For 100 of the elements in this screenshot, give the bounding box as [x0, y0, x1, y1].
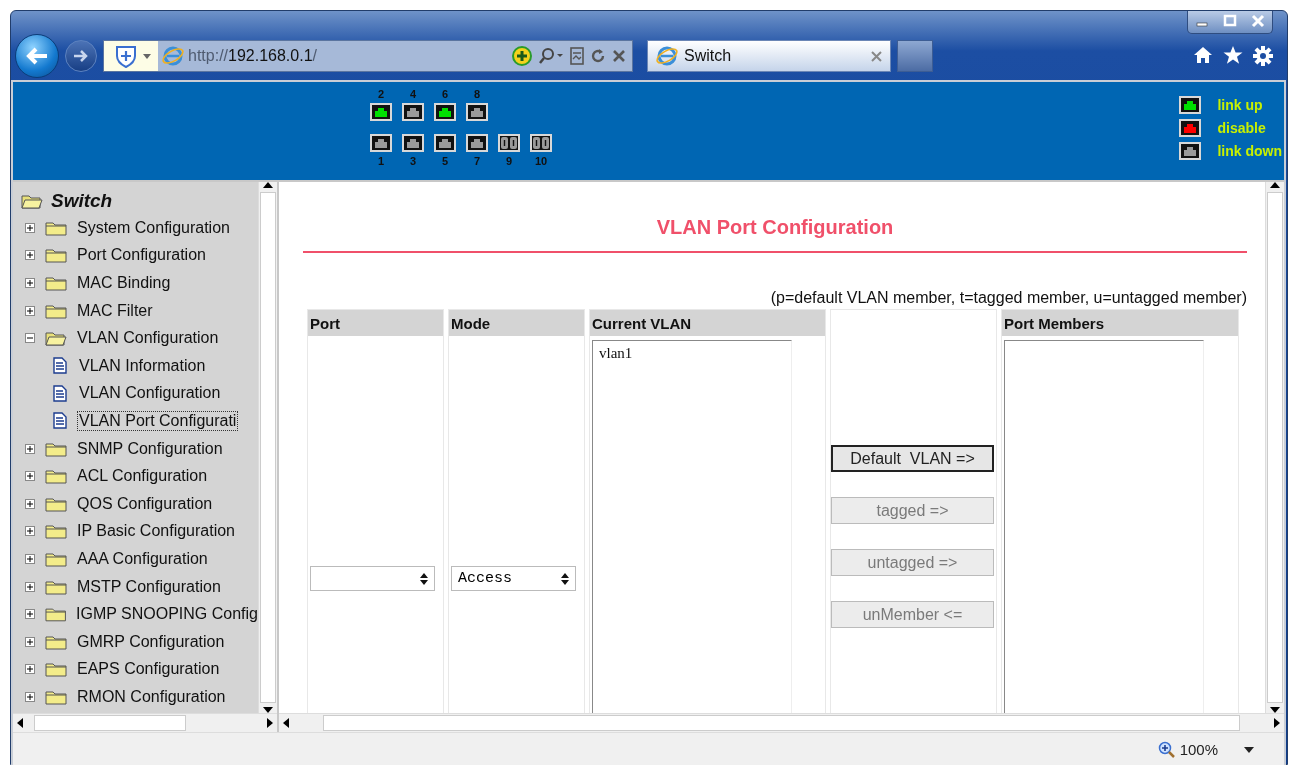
- folder-icon: [45, 550, 67, 567]
- action-button[interactable]: Default VLAN =>: [831, 445, 994, 472]
- column-header: Mode: [449, 310, 584, 336]
- expand-icon[interactable]: [25, 305, 35, 316]
- legend-label: disable: [1217, 120, 1266, 136]
- folder-icon: [45, 578, 67, 595]
- folder-icon: [45, 275, 67, 291]
- legend-note: (p=default VLAN member, t=tagged member, u=untagged member): [769, 289, 1247, 307]
- folder-icon: [45, 219, 67, 236]
- port-number: 9: [505, 155, 513, 167]
- browser-logo-icon: [162, 45, 184, 67]
- tree-item[interactable]: MAC Filter: [77, 301, 153, 320]
- expand-icon[interactable]: [25, 222, 35, 233]
- scroll-right-icon[interactable]: [266, 718, 273, 728]
- tree-item[interactable]: RMON Configuration: [77, 687, 226, 706]
- tree-item[interactable]: VLAN Information: [77, 355, 208, 376]
- horizontal-scrollbar[interactable]: [279, 713, 1284, 732]
- document-icon: [53, 412, 67, 430]
- vertical-scrollbar[interactable]: [258, 182, 277, 713]
- open-folder-icon: [21, 193, 43, 209]
- folder-icon: [44, 606, 66, 623]
- port-number: 3: [409, 155, 417, 167]
- vertical-scrollbar[interactable]: [1265, 182, 1284, 713]
- home-icon[interactable]: [1193, 46, 1213, 64]
- forward-arrow-icon[interactable]: [73, 49, 89, 63]
- column-header: Current VLAN: [590, 310, 825, 336]
- port-number: 10: [534, 155, 548, 167]
- mode-select[interactable]: Access: [451, 566, 576, 591]
- tree-item[interactable]: Port Configuration: [77, 246, 206, 265]
- page-title: VLAN Port Configuration: [655, 216, 895, 239]
- document-icon: [53, 357, 67, 375]
- expand-icon[interactable]: [25, 664, 35, 675]
- tree-item[interactable]: SNMP Configuration: [77, 439, 223, 458]
- compatibility-view-icon[interactable]: [570, 47, 584, 65]
- expand-icon[interactable]: [25, 498, 35, 509]
- back-button[interactable]: [15, 34, 59, 78]
- expand-icon[interactable]: [25, 250, 35, 261]
- url-text: http://192.168.0.1/: [188, 47, 317, 65]
- tree-item[interactable]: ACL Configuration: [77, 467, 208, 486]
- scroll-left-icon[interactable]: [17, 718, 23, 728]
- expand-icon[interactable]: [25, 553, 35, 564]
- folder-icon: [45, 495, 67, 512]
- expand-icon[interactable]: [25, 471, 35, 482]
- forward-button[interactable]: [65, 40, 97, 72]
- port-number: 4: [409, 88, 417, 100]
- expand-icon[interactable]: [25, 526, 35, 537]
- port-number: 6: [441, 88, 449, 100]
- collapse-icon[interactable]: [25, 333, 35, 344]
- tree-item[interactable]: MAC Binding: [77, 274, 171, 292]
- tree-item[interactable]: AAA Configuration: [77, 549, 208, 568]
- port-number: 1: [377, 155, 385, 167]
- spinner-icon[interactable]: [420, 572, 428, 585]
- expand-icon[interactable]: [25, 443, 35, 454]
- zoom-level[interactable]: 100%: [1179, 741, 1218, 758]
- folder-icon: [45, 468, 67, 485]
- refresh-icon[interactable]: [590, 47, 606, 65]
- settings-icon[interactable]: [1253, 46, 1273, 66]
- expand-icon[interactable]: [25, 609, 35, 620]
- star-icon[interactable]: [1223, 46, 1243, 65]
- expand-icon[interactable]: [25, 636, 35, 647]
- zoom-icon[interactable]: [1157, 740, 1176, 759]
- scroll-right-icon[interactable]: [1274, 718, 1280, 728]
- expand-icon[interactable]: [25, 278, 35, 288]
- new-tab-button[interactable]: [897, 40, 933, 72]
- tree-item[interactable]: VLAN Port Configurati: [77, 410, 239, 431]
- legend-label: link down: [1217, 143, 1282, 159]
- port-number: 2: [377, 88, 385, 100]
- browser-tab[interactable]: Switch: [647, 40, 891, 72]
- column-header: Port: [308, 310, 443, 336]
- expand-icon[interactable]: [25, 581, 35, 592]
- scroll-left-icon[interactable]: [283, 718, 289, 728]
- tree-item[interactable]: MSTP Configuration: [77, 577, 221, 596]
- horizontal-scrollbar[interactable]: [13, 713, 277, 732]
- tree-item[interactable]: VLAN Configuration: [77, 329, 219, 348]
- tree-root-label[interactable]: Switch: [51, 190, 113, 212]
- close-icon[interactable]: [612, 49, 626, 63]
- add-on-icon[interactable]: [512, 46, 532, 66]
- tree-item[interactable]: IP Basic Configuration: [77, 522, 235, 541]
- tree-item[interactable]: IGMP SNOOPING Config: [76, 605, 258, 624]
- tree-item[interactable]: System Configuration: [77, 218, 230, 237]
- list-option[interactable]: vlan1: [599, 345, 785, 362]
- folder-icon: [45, 661, 67, 678]
- expand-icon[interactable]: [25, 691, 35, 702]
- address-bar[interactable]: http://192.168.0.1/: [103, 40, 633, 72]
- legend-label: link up: [1217, 97, 1263, 113]
- tree-item[interactable]: VLAN Configuration: [77, 383, 223, 404]
- column-header: Port Members: [1002, 310, 1238, 336]
- port-number: 7: [473, 155, 481, 167]
- back-arrow-icon[interactable]: [25, 46, 49, 66]
- tree-item[interactable]: GMRP Configuration: [77, 632, 225, 651]
- tree-item[interactable]: EAPS Configuration: [77, 660, 220, 679]
- folder-icon: [45, 688, 67, 705]
- caret-icon[interactable]: [1244, 746, 1254, 753]
- tree-item[interactable]: QOS Configuration: [77, 494, 213, 513]
- document-icon: [53, 384, 67, 402]
- close-tab-icon[interactable]: [871, 50, 882, 62]
- folder-icon: [45, 633, 67, 650]
- spinner-icon[interactable]: [561, 572, 569, 585]
- search-icon[interactable]: [538, 47, 564, 65]
- folder-icon: [45, 523, 67, 540]
